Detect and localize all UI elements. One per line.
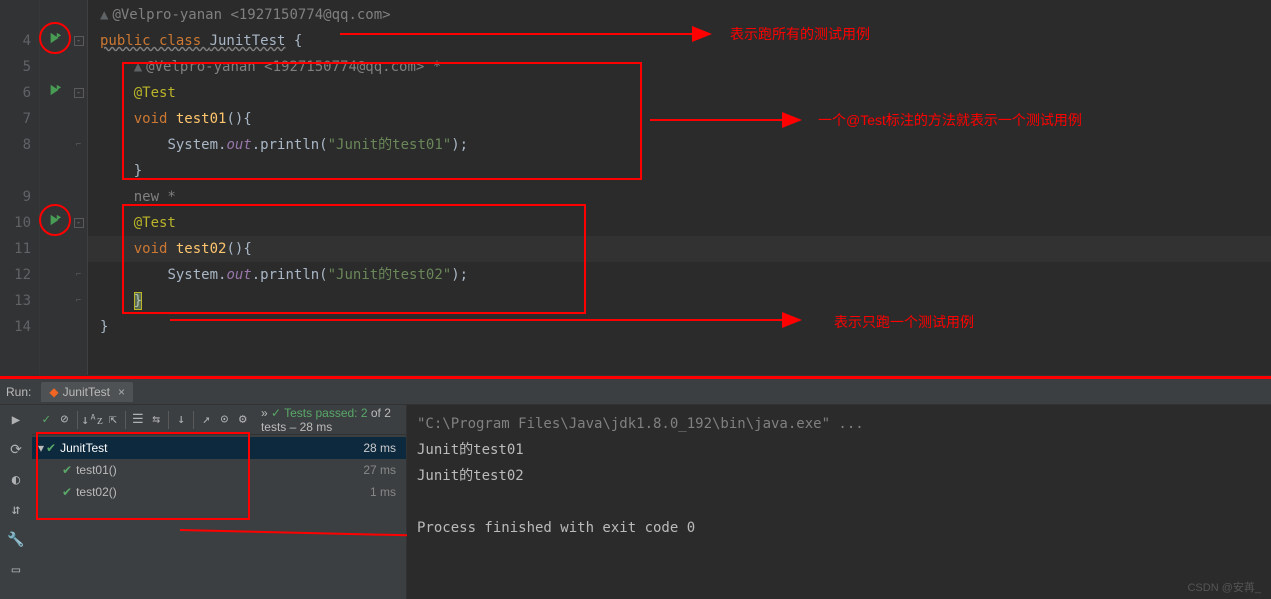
toggle-auto-button[interactable]: ⟳ [5,439,27,461]
console-output[interactable]: "C:\Program Files\Java\jdk1.8.0_192\bin\… [407,405,1271,599]
test-tree-item[interactable]: ✔ test01() 27 ms [32,459,406,481]
fold-gutter: --⌐-⌐⌐ [70,0,88,375]
run-label: Run: [6,385,31,399]
settings-icon[interactable]: 🔧 [5,529,27,551]
tree-items: ▾ ✔ JunitTest 28 ms ✔ test01() 27 ms ✔ t… [32,435,406,599]
console-line: Process finished with exit code 0 [417,515,1261,541]
run-panel: Run: ◆ JunitTest × ▶ ⟳ ◐ ⇵ 🔧 ▭ ✓ ⊘ ↓ᴬᴢ ⇱… [0,379,1271,599]
pass-icon: ✔ [62,485,72,499]
tool-strip: ▶ ⟳ ◐ ⇵ 🔧 ▭ [0,405,32,599]
show-ignored-button[interactable]: ⊘ [56,408,72,432]
history-button[interactable]: ⊙ [216,408,232,432]
show-passed-button[interactable]: ✓ [38,408,54,432]
chevron-down-icon[interactable]: ▾ [38,441,44,455]
code-area[interactable]: ▲@Velpro-yanan <1927150774@qq.com> publi… [88,0,1271,375]
run-test02-icon[interactable] [46,211,64,229]
pass-icon: ✔ [46,441,56,455]
sort-button[interactable]: ↓ᴬᴢ [81,408,102,432]
console-line: "C:\Program Files\Java\jdk1.8.0_192\bin\… [417,411,1261,437]
pin-button[interactable]: ▭ [5,559,27,581]
run-header: Run: ◆ JunitTest × [0,379,1271,405]
pass-icon: ✔ [62,463,72,477]
rerun-button[interactable]: ▶ [5,409,27,431]
collapse-button[interactable]: ⇱ [105,408,121,432]
test-tree-root[interactable]: ▾ ✔ JunitTest 28 ms [32,437,406,459]
fold-toggle-icon[interactable]: - [74,88,84,98]
run-class-icon[interactable] [46,29,64,47]
console-line: Junit的test01 [417,437,1261,463]
expand-button[interactable]: ☰ [130,408,146,432]
console-line: Junit的test02 [417,463,1261,489]
test-status: » ✓ Tests passed: 2 of 2 tests – 28 ms [261,406,400,434]
run-gutter [40,0,70,375]
test-tree: ✓ ⊘ ↓ᴬᴢ ⇱ ☰ ⇆ ↓ ↗ ⊙ ⚙ » ✓ Tests passed: … [32,405,407,599]
fold-toggle-icon[interactable]: - [74,36,84,46]
run-test01-icon[interactable] [46,81,64,99]
layout-button[interactable]: ⇵ [5,499,27,521]
test-tree-item[interactable]: ✔ test02() 1 ms [32,481,406,503]
test-toolbar: ✓ ⊘ ↓ᴬᴢ ⇱ ☰ ⇆ ↓ ↗ ⊙ ⚙ » ✓ Tests passed: … [32,405,406,435]
export-button[interactable]: ↗ [198,408,214,432]
prev-button[interactable]: ⇆ [148,408,164,432]
run-config-tab[interactable]: ◆ JunitTest × [41,382,133,402]
close-icon[interactable]: × [118,385,125,399]
line-number-gutter: 4567891011121314 [0,0,40,375]
scroll-button[interactable]: ↓ [173,408,189,432]
stop-button[interactable]: ◐ [5,469,27,491]
watermark: CSDN @安苒_ [1187,579,1261,595]
fold-toggle-icon[interactable]: - [74,218,84,228]
editor-area: 4567891011121314 --⌐-⌐⌐ ▲@Velpro-yanan <… [0,0,1271,375]
gear-icon[interactable]: ⚙ [235,408,251,432]
